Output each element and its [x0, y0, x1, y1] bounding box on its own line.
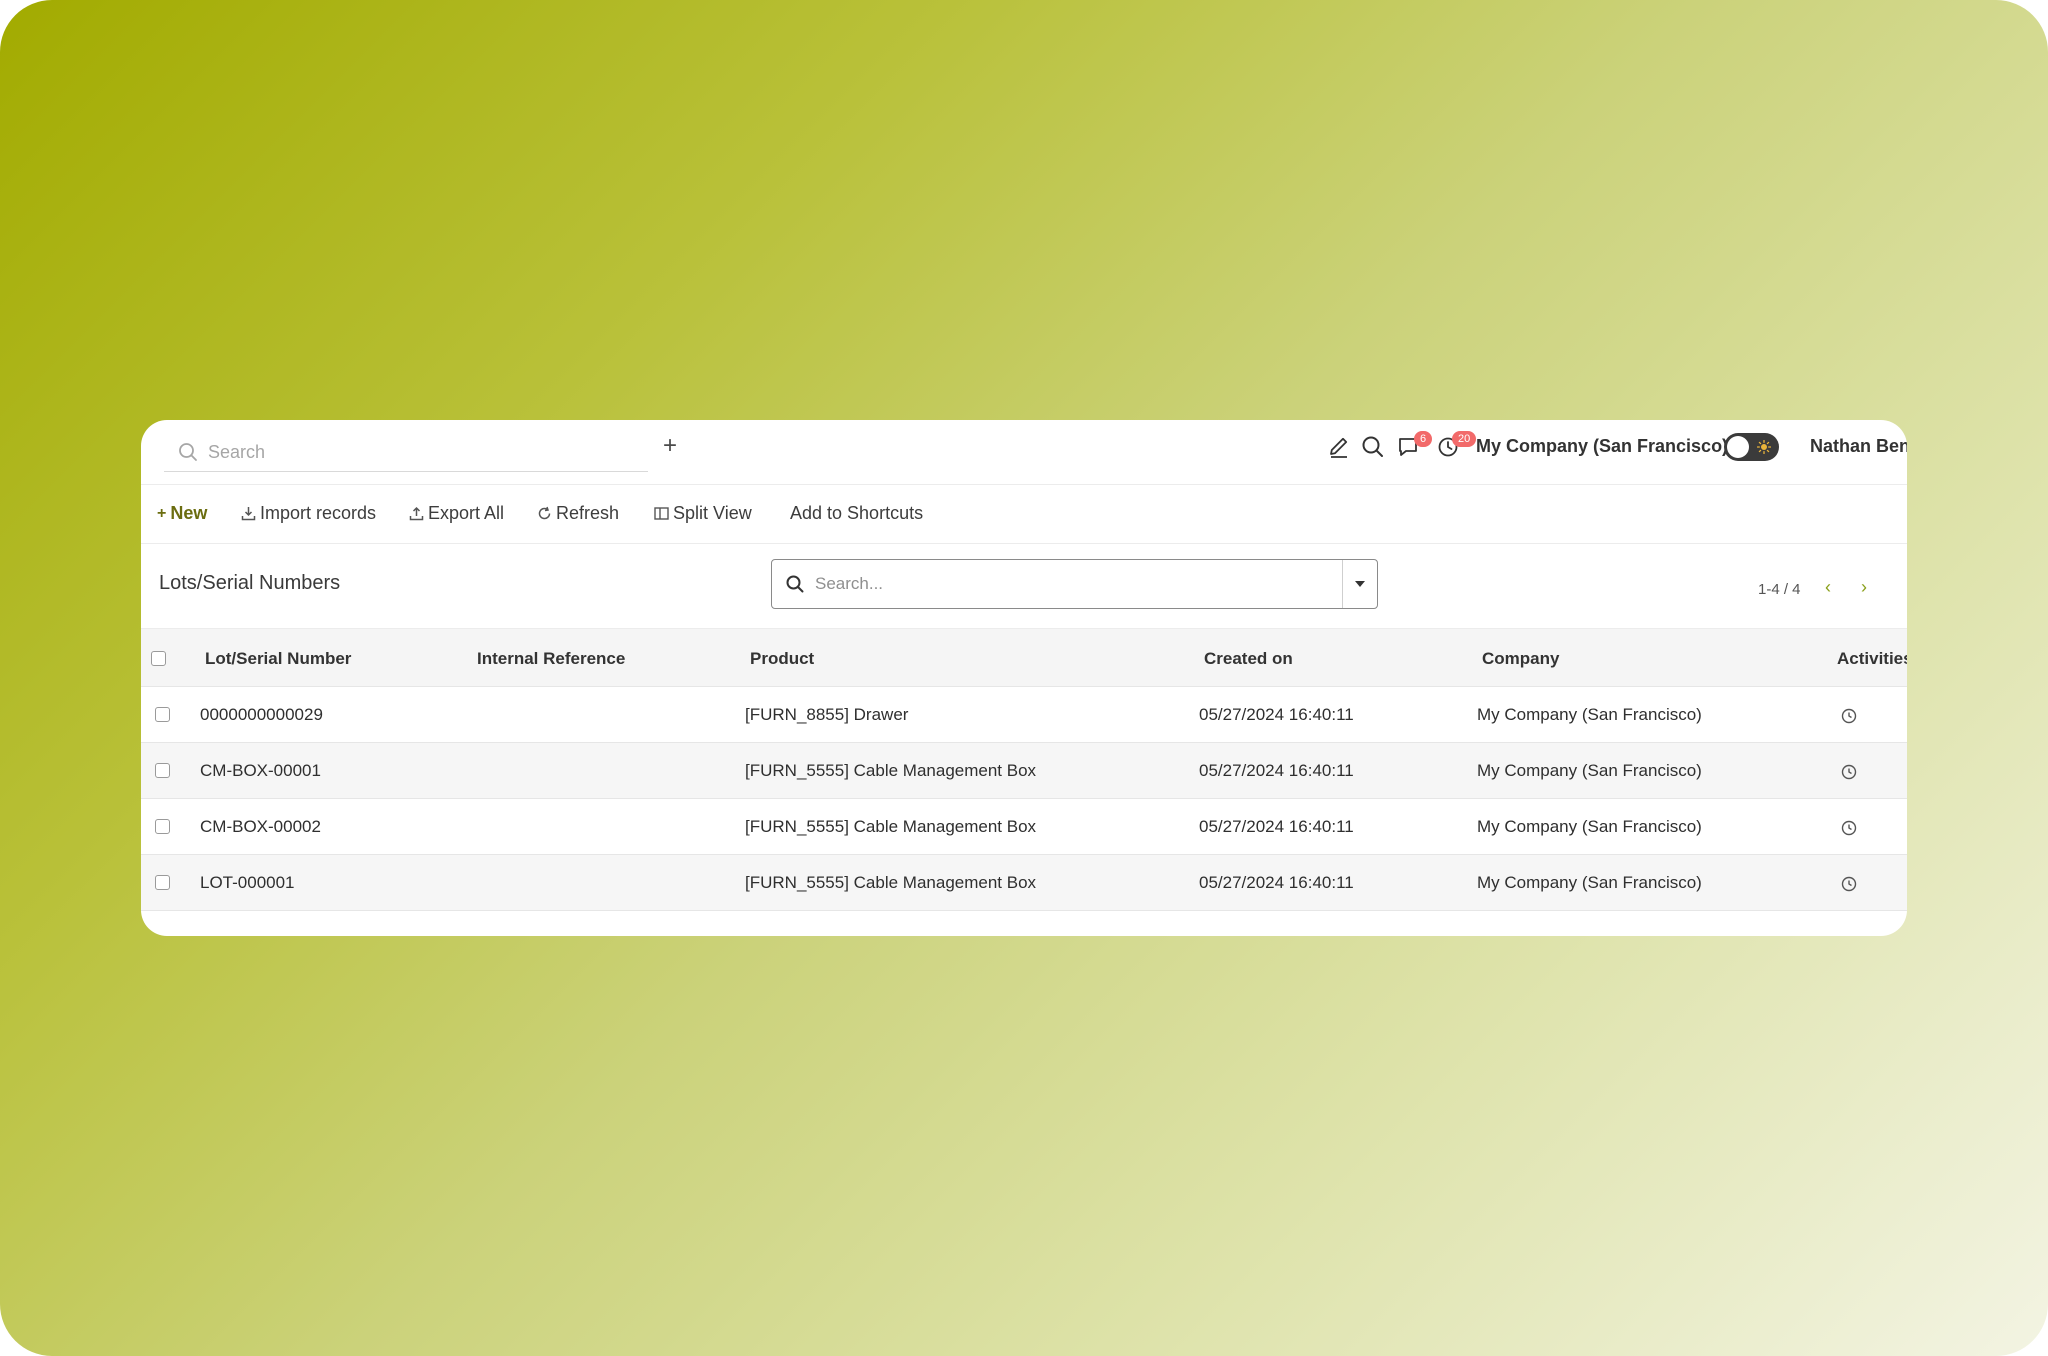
activities-badge: 20	[1452, 431, 1477, 447]
pager-value[interactable]: 1-4 / 4	[1758, 581, 1801, 598]
company-cell: My Company (San Francisco)	[1477, 761, 1702, 780]
global-search-placeholder: Search	[208, 442, 266, 462]
table-row[interactable]: 0000000000029 [FURN_8855] Drawer 05/27/2…	[141, 687, 1907, 743]
created-on-cell: 05/27/2024 16:40:11	[1199, 705, 1354, 724]
chevron-left-icon[interactable]: ‹	[1825, 577, 1831, 598]
split-label: Split View	[673, 503, 752, 523]
table-row[interactable]: CM-BOX-00001 [FURN_5555] Cable Managemen…	[141, 743, 1907, 799]
company-cell: My Company (San Francisco)	[1477, 873, 1702, 892]
activity-clock-icon[interactable]	[1841, 764, 1857, 780]
company-cell: My Company (San Francisco)	[1477, 705, 1702, 724]
product-cell: [FURN_5555] Cable Management Box	[745, 761, 1037, 780]
activity-clock-icon[interactable]	[1841, 708, 1857, 724]
search-icon	[786, 575, 804, 593]
user-menu[interactable]: Nathan Benn	[1810, 436, 1907, 457]
top-bar: Search + 6 20 My Company (San Francisco)	[141, 420, 1907, 485]
search-icon	[179, 443, 197, 461]
select-all-checkbox[interactable]	[151, 651, 166, 666]
search-icon[interactable]	[1360, 434, 1386, 460]
table-header: Lot/Serial Number Internal Reference Pro…	[141, 628, 1907, 687]
created-on-cell: 05/27/2024 16:40:11	[1199, 817, 1354, 836]
sun-icon	[1757, 440, 1771, 454]
product-cell: [FURN_8855] Drawer	[745, 705, 909, 724]
company-cell: My Company (San Francisco)	[1477, 817, 1702, 836]
app-window: Search + 6 20 My Company (San Francisco)	[141, 420, 1907, 936]
column-header-internal-reference[interactable]: Internal Reference	[477, 649, 625, 669]
new-button[interactable]: + New	[157, 503, 207, 524]
column-header-created-on[interactable]: Created on	[1204, 649, 1293, 669]
activity-clock-icon[interactable]	[1841, 820, 1857, 836]
column-header-product[interactable]: Product	[750, 649, 814, 669]
list-header: Lots/Serial Numbers Search... 1-4 / 4 ‹ …	[141, 544, 1907, 628]
lot-cell: CM-BOX-00002	[200, 817, 321, 836]
upload-icon	[409, 506, 424, 521]
company-switcher[interactable]: My Company (San Francisco)	[1476, 436, 1728, 457]
import-label: Import records	[260, 503, 377, 523]
lot-cell: 0000000000029	[200, 705, 323, 724]
export-label: Export All	[428, 503, 505, 523]
created-on-cell: 05/27/2024 16:40:11	[1199, 761, 1354, 780]
edit-icon[interactable]	[1326, 434, 1352, 460]
product-cell: [FURN_5555] Cable Management Box	[745, 873, 1037, 892]
plus-icon: +	[157, 504, 167, 522]
table-row[interactable]: CM-BOX-00002 [FURN_5555] Cable Managemen…	[141, 799, 1907, 855]
caret-down-icon	[1355, 581, 1365, 587]
lot-cell: LOT-000001	[200, 873, 295, 892]
table-row[interactable]: LOT-000001 [FURN_5555] Cable Management …	[141, 855, 1907, 911]
list-search[interactable]: Search...	[771, 559, 1378, 609]
split-view-button[interactable]: Split View	[654, 503, 752, 524]
page-title: Lots/Serial Numbers	[159, 572, 341, 594]
download-icon	[241, 507, 256, 521]
shortcuts-label: Add to Shortcuts	[790, 503, 924, 523]
add-tab-button[interactable]: +	[658, 434, 682, 458]
refresh-icon	[538, 506, 551, 520]
export-all-button[interactable]: Export All	[409, 503, 504, 524]
filter-dropdown-toggle[interactable]	[1342, 560, 1377, 608]
refresh-button[interactable]: Refresh	[537, 503, 619, 524]
created-on-cell: 05/27/2024 16:40:11	[1199, 873, 1354, 892]
activity-clock-icon[interactable]	[1841, 876, 1857, 892]
split-view-icon	[654, 507, 669, 520]
list-search-placeholder: Search...	[815, 574, 884, 593]
lot-cell: CM-BOX-00001	[200, 761, 321, 780]
row-checkbox[interactable]	[155, 819, 170, 834]
row-checkbox[interactable]	[155, 875, 170, 890]
import-records-button[interactable]: Import records	[241, 503, 376, 524]
messages-badge: 6	[1414, 431, 1433, 447]
row-checkbox[interactable]	[155, 763, 170, 778]
column-header-company[interactable]: Company	[1482, 649, 1559, 669]
row-checkbox[interactable]	[155, 707, 170, 722]
toggle-knob	[1727, 436, 1749, 458]
global-search[interactable]: Search	[164, 432, 648, 472]
refresh-label: Refresh	[556, 503, 620, 523]
column-header-activities[interactable]: Activities	[1837, 649, 1907, 669]
product-cell: [FURN_5555] Cable Management Box	[745, 817, 1037, 836]
add-to-shortcuts-button[interactable]: Add to Shortcuts	[790, 503, 923, 524]
action-toolbar: + New Import records Export All Refresh	[141, 485, 1907, 544]
new-label: New	[170, 503, 208, 523]
column-header-lot[interactable]: Lot/Serial Number	[205, 649, 351, 669]
chevron-right-icon[interactable]: ›	[1861, 577, 1867, 598]
theme-toggle[interactable]	[1724, 433, 1779, 461]
